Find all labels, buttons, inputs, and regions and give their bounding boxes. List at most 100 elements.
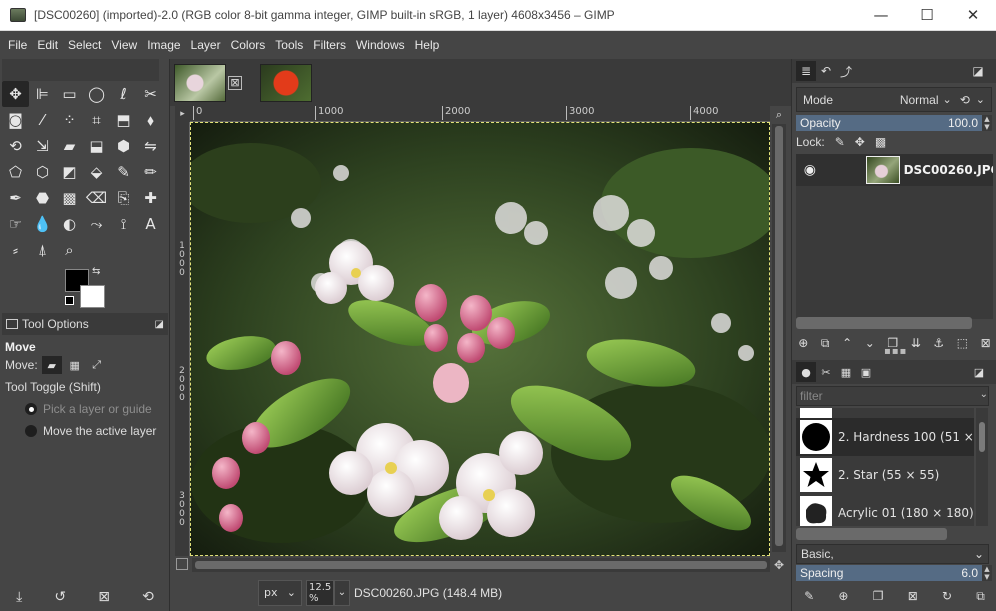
3d-transform-tool-icon[interactable]: ⬢ [110,133,137,159]
menu-select[interactable]: Select [63,38,106,52]
tab-patterns-icon[interactable]: ▦ [836,362,856,382]
close-image-tab-icon[interactable]: ⊠ [228,75,242,90]
clone-tool-icon[interactable]: ⎘ [110,185,137,211]
lock-pixels-icon[interactable]: ✎ [835,135,845,149]
edit-brush-icon[interactable]: ✎ [804,589,814,603]
merge-layer-icon[interactable]: ⇊ [911,336,921,350]
bucket-fill-tool-icon[interactable]: ⬙ [83,159,110,185]
pick-layer-radio[interactable] [25,403,37,415]
smudge-tool-icon[interactable]: ☞ [2,211,29,237]
navigate-image-icon[interactable]: ✥ [774,558,784,572]
paintbrush-tool-icon[interactable]: ✎ [110,159,137,185]
horizontal-ruler[interactable]: 0 1000 2000 3000 4000 [190,106,770,122]
color-picker-tool-icon[interactable]: ⸗ [2,237,29,263]
heal-tool-icon[interactable]: ✚ [137,185,164,211]
layers-hscroll-thumb[interactable] [796,317,972,329]
move-selection-mode-icon[interactable]: ▦ [66,356,84,374]
vertical-ruler[interactable]: 1000 2000 3000 [175,122,190,556]
rotate-tool-icon[interactable]: ⟲ [2,133,29,159]
tab-paint-dynamics-icon[interactable]: ✂ [816,362,836,382]
handle-transform-tool-icon[interactable]: ⬡ [29,159,56,185]
foreground-select-tool-icon[interactable]: ◙ [2,107,29,133]
ellipse-select-tool-icon[interactable]: ◯ [83,81,110,107]
eraser-tool-icon[interactable]: ⌫ [83,185,110,211]
open-brush-as-image-icon[interactable]: ⧉ [976,589,985,604]
visibility-eye-icon[interactable]: ◉ [796,162,824,178]
zoom-dropdown-chevron-icon[interactable]: ⌄ [334,579,350,606]
spacing-slider[interactable]: Spacing 6.0 [796,565,982,581]
menu-image[interactable]: Image [142,38,185,52]
unit-select[interactable]: px ⌄ [258,579,302,606]
opacity-slider[interactable]: Opacity 100.0 [796,115,982,131]
rect-select-tool-icon[interactable]: ▭ [56,81,83,107]
shear-tool-icon[interactable]: ▰ [56,133,83,159]
menu-windows[interactable]: Windows [351,38,410,52]
close-window-button[interactable]: ✕ [950,0,996,31]
gradient-tool-icon[interactable]: ◩ [56,159,83,185]
fuzzy-select-tool-icon[interactable]: ⁄ [29,107,56,133]
lock-position-icon[interactable]: ✥ [855,135,865,149]
pick-layer-option[interactable]: Pick a layer or guide [2,398,168,420]
refresh-brushes-icon[interactable]: ↻ [942,589,952,603]
lock-alpha-icon[interactable]: ▩ [875,135,886,149]
zoom-image-when-window-resized-icon[interactable]: ⌕ [772,108,786,122]
save-tool-preset-icon[interactable]: ⤓ [16,589,22,605]
menu-help[interactable]: Help [410,38,445,52]
ink-tool-icon[interactable]: ⬣ [29,185,56,211]
new-layer-group-icon[interactable]: ⧉ [821,336,830,351]
menu-filters[interactable]: Filters [308,38,351,52]
layers-panel-menu-icon[interactable]: ◪ [968,61,988,81]
ruler-corner-icon[interactable]: ▸ [175,106,190,122]
layer-row[interactable]: ◉ DSC00260.JPG [796,154,993,186]
quick-mask-toggle-icon[interactable] [176,558,188,570]
airbrush-tool-icon[interactable]: ✒ [2,185,29,211]
mypaint-brush-tool-icon[interactable]: ▩ [56,185,83,211]
brush-item[interactable]: Acrylic 01 (180 × 180) [796,494,974,526]
horizontal-scrollbar[interactable] [192,558,770,572]
mask-layer-icon[interactable]: ⬚ [957,336,968,350]
brushes-hscroll-thumb[interactable] [796,528,947,540]
tab-layers-icon[interactable]: ≣ [796,61,816,81]
move-layer-mode-icon[interactable]: ▰ [41,356,62,374]
unified-transform-tool-icon[interactable]: ⬒ [110,107,137,133]
delete-brush-icon[interactable]: ⊠ [908,589,918,603]
delete-layer-icon[interactable]: ⊠ [981,336,991,350]
new-brush-icon[interactable]: ⊕ [838,589,848,603]
menu-tools[interactable]: Tools [270,38,308,52]
paths-tool-icon[interactable]: ⤳ [83,211,110,237]
brushes-vscroll[interactable] [976,408,988,526]
menu-edit[interactable]: Edit [32,38,63,52]
perspective-tool-icon[interactable]: ⬓ [83,133,110,159]
raise-layer-icon[interactable]: ⌃ [842,336,852,350]
flip-tool-icon[interactable]: ⇋ [137,133,164,159]
new-layer-icon[interactable]: ⊕ [798,336,808,350]
tab-images-icon[interactable]: ▣ [856,362,876,382]
move-active-layer-option[interactable]: Move the active layer [2,420,168,442]
brushes-vscroll-thumb[interactable] [979,422,985,452]
spacing-spin-icon[interactable]: ▲ ▼ [982,565,992,581]
crop-tool-icon[interactable]: ⌗ [83,107,110,133]
switch-mode-group-icon[interactable]: ⟲ [960,93,970,107]
brushes-panel-menu-icon[interactable]: ◪ [969,362,989,382]
background-color-swatch[interactable] [80,285,105,308]
brush-item[interactable]: 2. Star (55 × 55) [796,456,974,494]
vertical-scrollbar[interactable] [772,124,786,552]
menu-colors[interactable]: Colors [226,38,271,52]
scissors-select-tool-icon[interactable]: ✂ [137,81,164,107]
horizontal-scroll-thumb[interactable] [195,561,767,569]
reset-tool-options-icon[interactable]: ⟲ [142,589,154,605]
cage-transform-tool-icon[interactable]: ⬠ [2,159,29,185]
vertical-scroll-thumb[interactable] [775,126,783,546]
zoom-tool-icon[interactable]: ⌕ [56,237,83,263]
move-active-layer-radio[interactable] [25,425,37,437]
minimize-button[interactable]: — [858,0,904,31]
layer-mode-row[interactable]: Mode Normal ⌄ ⟲ ⌄ [796,87,992,112]
blur-tool-icon[interactable]: 💧 [29,211,56,237]
gegl-operation-tool-icon[interactable]: ⍋ [29,237,56,263]
opacity-spin-icon[interactable]: ▲ ▼ [982,115,992,131]
duplicate-brush-icon[interactable]: ❐ [873,589,884,603]
free-select-tool-icon[interactable]: ℓ [110,81,137,107]
menu-view[interactable]: View [106,38,142,52]
brush-tag-select[interactable]: Basic, ⌄ [796,544,989,564]
brush-filter-input[interactable]: filter [796,386,989,406]
